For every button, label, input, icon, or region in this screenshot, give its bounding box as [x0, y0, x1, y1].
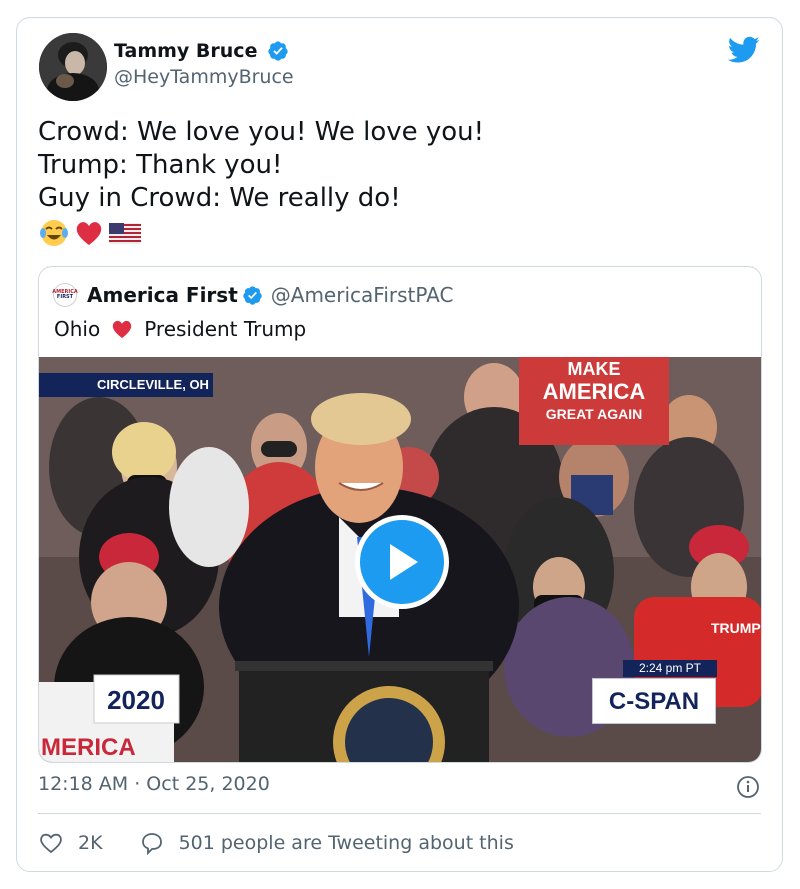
red-heart-icon [113, 320, 132, 338]
quoted-author-avatar[interactable]: AMERICA FIRST [52, 283, 78, 307]
tweet-text-line: Trump: Thank you! [38, 150, 283, 180]
like-button[interactable]: 2K [38, 831, 103, 855]
tweet-timestamp[interactable]: 12:18 AM · Oct 25, 2020 [38, 773, 270, 795]
face-with-tears-of-joy-icon [40, 220, 68, 246]
tweet-card: Tammy Bruce @HeyTammyBruce Crowd: We lov… [16, 17, 783, 872]
tweet-text-line: Crowd: We love you! We love you! [38, 117, 485, 147]
location-label: CIRCLEVILLE, OH [39, 373, 213, 397]
play-icon [390, 544, 418, 580]
red-heart-icon [76, 222, 102, 245]
conversation-text: 501 people are Tweeting about this [178, 832, 514, 854]
quoted-tweet-text: Ohio President Trump [54, 317, 306, 341]
tweet-text-line: Guy in Crowd: We really do! [38, 183, 401, 213]
banner-text: GREAT AGAIN [546, 406, 642, 422]
author-avatar[interactable] [39, 33, 107, 101]
tweet-actions: 2K 501 people are Tweeting about this [38, 828, 514, 858]
info-icon[interactable] [736, 775, 760, 799]
like-count: 2K [78, 832, 103, 854]
author-info: Tammy Bruce @HeyTammyBruce [114, 40, 294, 88]
network-logo: C-SPAN [592, 678, 716, 724]
quoted-tweet[interactable]: AMERICA FIRST America First @AmericaFirs… [38, 266, 762, 763]
verified-badge-icon [267, 41, 288, 61]
us-flag-icon [109, 223, 141, 244]
broadcast-time-label: 2:24 pm PT [623, 660, 717, 677]
conversation-button[interactable]: 501 people are Tweeting about this [139, 831, 514, 855]
twitter-bird-icon[interactable] [728, 36, 760, 64]
sign-text: 2020 [107, 685, 165, 715]
quoted-author-display-name[interactable]: America First [87, 283, 238, 307]
quoted-text-after: President Trump [144, 317, 307, 341]
banner-text: MAKE [568, 359, 621, 379]
author-display-name[interactable]: Tammy Bruce [114, 40, 257, 62]
author-handle[interactable]: @HeyTammyBruce [114, 66, 294, 88]
heart-outline-icon [40, 833, 62, 854]
quoted-avatar-text: FIRST [56, 294, 74, 300]
quoted-text-before: Ohio [54, 317, 101, 341]
reply-bubble-icon [141, 833, 162, 855]
shirt-text: TRUMP [711, 620, 761, 636]
quoted-tweet-header: AMERICA FIRST America First @AmericaFirs… [52, 282, 454, 308]
quoted-author-handle[interactable]: @AmericaFirstPAC [271, 283, 454, 307]
tweet-body: Crowd: We love you! We love you! Trump: … [38, 116, 484, 249]
verified-badge-icon [243, 285, 262, 305]
play-button[interactable] [355, 515, 449, 609]
banner-text: AMERICA [543, 379, 646, 404]
sign-text: MERICA [41, 734, 136, 761]
emoji-row [38, 217, 484, 249]
video-player[interactable]: MAKE AMERICA GREAT AGAIN TRUMP 2020 MERI… [39, 357, 761, 762]
divider [38, 813, 761, 814]
